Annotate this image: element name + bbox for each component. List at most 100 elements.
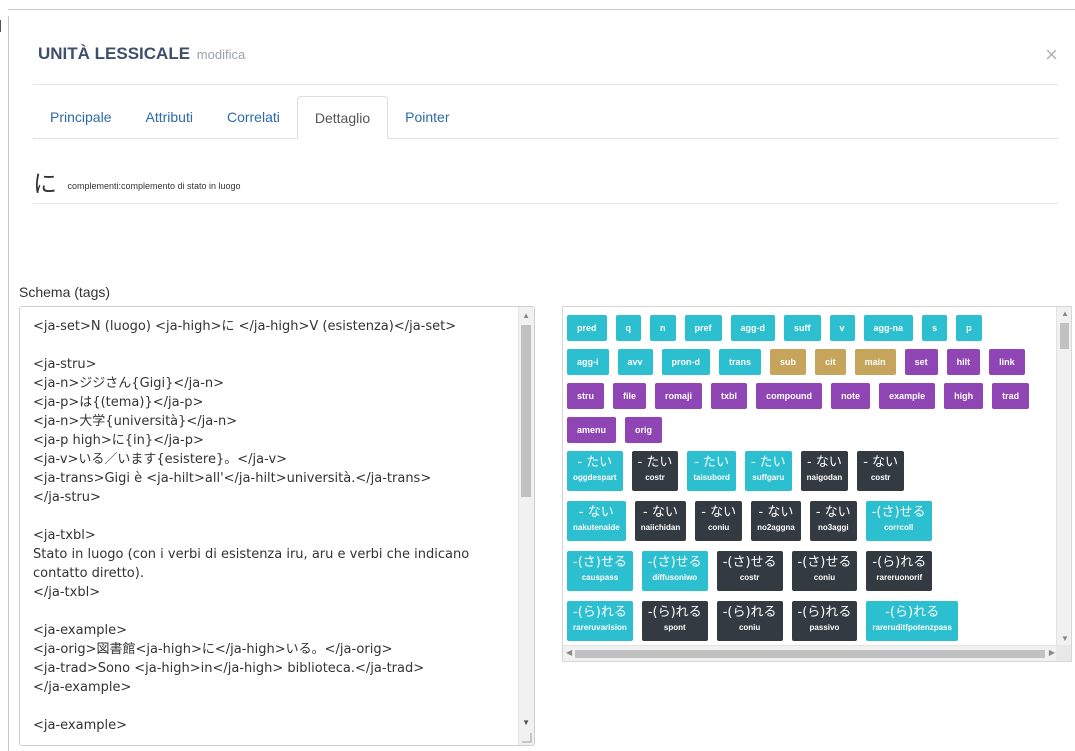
form-button-corrcoll[interactable]: -(さ)せる corrcoll [865, 501, 932, 541]
form-button-japanese: - ない [701, 505, 737, 520]
form-button-coniu[interactable]: -(さ)せる coniu [791, 551, 858, 591]
tag-row: stru file romaji txbl compound note example hig… [567, 383, 1055, 417]
tag-row: agg-i avv pron-d trans sub cit main set hilt link [567, 349, 1055, 383]
form-button-costr[interactable]: - ない costr [857, 451, 905, 491]
form-button-rareruonorif[interactable]: -(ら)れる rareruonorif [866, 551, 933, 591]
form-button-spont[interactable]: -(ら)れる spont [641, 601, 708, 641]
schema-line: <ja-stru> [33, 357, 97, 372]
tag-button-stru[interactable]: stru [567, 383, 605, 409]
form-button-japanese: -(ら)れる [885, 605, 940, 620]
schema-line: </ja-txbl> [33, 585, 101, 600]
schema-line: <ja-set>N (luogo) <ja-high>に </ja-high>V… [33, 319, 457, 334]
tag-button-n[interactable]: n [650, 315, 676, 341]
form-button-name: costr [645, 473, 665, 482]
tag-button-note[interactable]: note [831, 383, 871, 409]
tag-button-pref[interactable]: pref [684, 315, 722, 341]
tag-button-pred[interactable]: pred [567, 315, 607, 341]
scroll-left-arrow-icon[interactable]: ◀ [566, 648, 572, 657]
tag-panel-vertical-thumb[interactable] [1060, 323, 1069, 349]
tag-button-hilt[interactable]: hilt [946, 349, 981, 375]
scroll-down-arrow-icon[interactable]: ▼ [522, 718, 530, 727]
tag-button-txbl[interactable]: txbl [711, 383, 748, 409]
form-button-name: causpass [581, 573, 619, 582]
tab-dettaglio[interactable]: Dettaglio [296, 96, 389, 139]
form-button-causpass[interactable]: -(さ)せる causpass [567, 551, 633, 591]
scroll-down-arrow-icon[interactable]: ▼ [1061, 634, 1069, 643]
textarea-scrollbar[interactable]: ▲ ▼ [518, 307, 534, 745]
tag-button-trans[interactable]: trans [719, 349, 762, 375]
form-button-passivo[interactable]: -(ら)れる passivo [791, 601, 858, 641]
form-button-oggdespart[interactable]: - たい oggdespart [567, 451, 623, 491]
modal-header: UNITÀ LESSICALE modifica × [38, 44, 1058, 84]
page-border-top [8, 9, 1075, 10]
tag-button-p[interactable]: p [956, 315, 982, 341]
scroll-up-arrow-icon[interactable]: ▲ [1061, 309, 1069, 318]
tag-button-q[interactable]: q [615, 315, 642, 341]
tag-button-compound[interactable]: compound [756, 383, 823, 409]
header-divider [33, 84, 1058, 85]
tag-button-high[interactable]: high [944, 383, 984, 409]
form-button-japanese: - ない [863, 455, 899, 470]
form-button-no2aggna[interactable]: - ない no2aggna [751, 501, 801, 541]
tag-button-main[interactable]: main [854, 349, 896, 375]
tag-button-agg-d[interactable]: agg-d [730, 315, 776, 341]
tag-button-orig[interactable]: orig [625, 417, 663, 443]
form-button-suffgaru[interactable]: - たい suffgaru [744, 451, 792, 491]
tag-button-cit[interactable]: cit [815, 349, 846, 375]
schema-line [33, 336, 513, 355]
tag-button-amenu[interactable]: amenu [567, 417, 617, 443]
tag-button-sub[interactable]: sub [770, 349, 807, 375]
tag-panel-vertical-scrollbar[interactable]: ▲ ▼ [1056, 307, 1071, 647]
form-button-no3aggi[interactable]: - ない no3aggi [809, 501, 857, 541]
schema-text[interactable]: <ja-set>N (luogo) <ja-high>に </ja-high>V… [33, 317, 513, 735]
form-button-name: oggdespart [573, 473, 617, 482]
textarea-scroll-thumb[interactable] [521, 325, 531, 497]
tag-button-trad[interactable]: trad [992, 383, 1030, 409]
lexical-unit-description: complementi:complemento di stato in luog… [67, 181, 241, 191]
form-button-coniu[interactable]: - ない coniu [695, 501, 743, 541]
tag-panel-horizontal-thumb[interactable] [575, 650, 1045, 658]
tag-button-romaji[interactable]: romaji [655, 383, 703, 409]
form-button-costr[interactable]: - たい costr [631, 451, 679, 491]
form-button-japanese: -(さ)せる [647, 555, 702, 570]
form-button-naigodan[interactable]: - ない naigodan [800, 451, 849, 491]
tab-correlati[interactable]: Correlati [210, 96, 297, 138]
tab-principale[interactable]: Principale [33, 96, 128, 138]
schema-line: </ja-stru> [33, 490, 101, 505]
form-button-costr[interactable]: -(さ)せる costr [716, 551, 783, 591]
form-button-nakutenaide[interactable]: - ない nakutenaide [567, 501, 626, 541]
form-button-diffusoniwo[interactable]: -(さ)せる diffusoniwo [641, 551, 708, 591]
modal-title: UNITÀ LESSICALE modifica [38, 44, 245, 63]
tag-button-link[interactable]: link [989, 349, 1025, 375]
form-button-name: rareruvarision [573, 623, 627, 632]
tag-button-v[interactable]: v [829, 315, 855, 341]
tag-button-set[interactable]: set [904, 349, 938, 375]
schema-line: <ja-v>いる／います{esistere}。</ja-v> [33, 452, 288, 467]
scroll-right-arrow-icon[interactable]: ▶ [1049, 648, 1055, 657]
tag-button-agg-na[interactable]: agg-na [863, 315, 914, 341]
tag-button-s[interactable]: s [922, 315, 948, 341]
form-button-rareruvarision[interactable]: -(ら)れる rareruvarision [567, 601, 633, 641]
schema-line: <ja-n>大学{università}</ja-n> [33, 414, 238, 429]
form-button-rareruditfpotenzpass[interactable]: -(ら)れる rareruditfpotenzpass [866, 601, 958, 641]
tag-button-pron-d[interactable]: pron-d [661, 349, 711, 375]
scroll-up-arrow-icon[interactable]: ▲ [522, 311, 530, 320]
close-icon[interactable]: × [1045, 44, 1058, 66]
tab-pointer[interactable]: Pointer [388, 96, 466, 138]
form-button-taisubord[interactable]: - たい taisubord [687, 451, 736, 491]
form-button-japanese: - たい [694, 455, 730, 470]
resize-grip-icon[interactable] [522, 733, 532, 743]
tag-panel-horizontal-scrollbar[interactable]: ◀ ▶ [563, 645, 1058, 661]
form-button-naiichidan[interactable]: - ない naiichidan [634, 501, 687, 541]
form-button-japanese: -(ら)れる [573, 605, 627, 620]
schema-label: Schema (tags) [19, 284, 111, 300]
window-edge-mark [0, 20, 1, 32]
tag-button-suff[interactable]: suff [784, 315, 821, 341]
tag-button-example[interactable]: example [879, 383, 936, 409]
tag-button-file[interactable]: file [613, 383, 647, 409]
tag-button-agg-i[interactable]: agg-i [567, 349, 609, 375]
tab-attributi[interactable]: Attributi [128, 96, 209, 138]
schema-textarea[interactable]: <ja-set>N (luogo) <ja-high>に </ja-high>V… [19, 306, 535, 746]
form-button-coniu[interactable]: -(ら)れる coniu [716, 601, 783, 641]
tag-button-avv[interactable]: avv [617, 349, 653, 375]
